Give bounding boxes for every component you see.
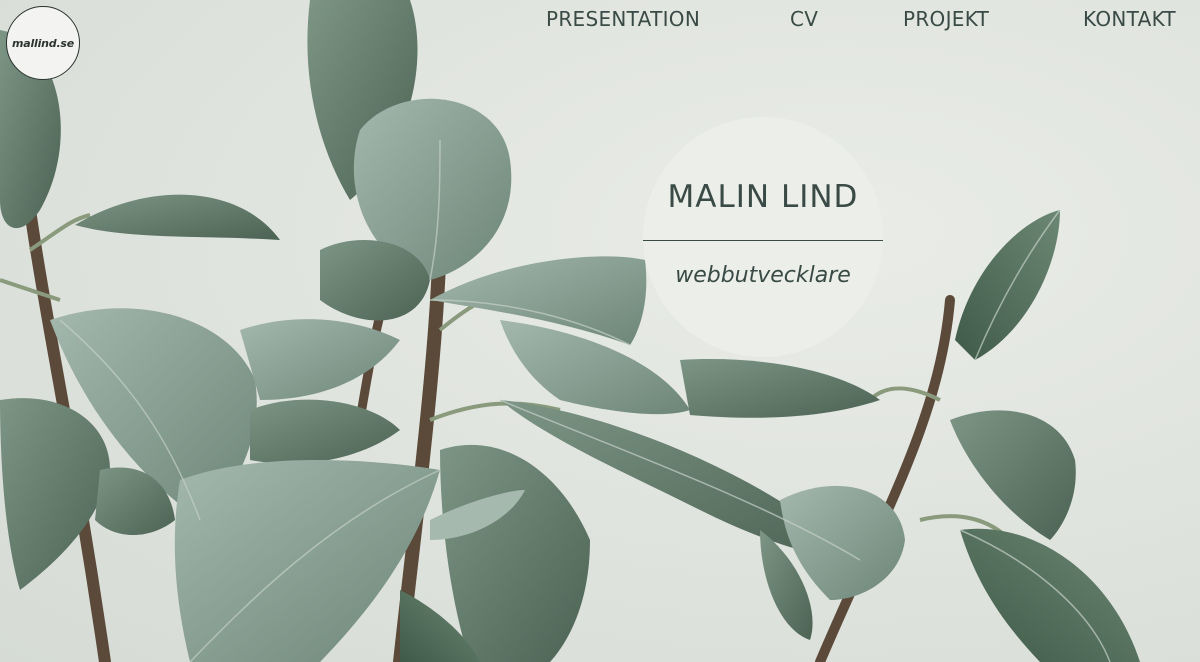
nav-item-kontakt[interactable]: KONTAKT	[1083, 7, 1176, 31]
main-navigation: PRESENTATION CV PROJEKT KONTAKT	[0, 7, 1200, 33]
site-logo-text: mallind.se	[11, 36, 75, 50]
hero-background-image	[0, 0, 1200, 662]
ficus-plant-illustration	[0, 0, 1140, 662]
nav-item-cv[interactable]: CV	[790, 7, 818, 31]
hero-divider	[643, 240, 883, 241]
hero-role: webbutvecklare	[675, 263, 851, 288]
nav-item-presentation[interactable]: PRESENTATION	[546, 7, 700, 31]
hero-name: MALIN LIND	[667, 179, 859, 215]
nav-item-projekt[interactable]: PROJEKT	[903, 7, 989, 31]
hero-badge: MALIN LIND webbutvecklare	[643, 117, 883, 357]
